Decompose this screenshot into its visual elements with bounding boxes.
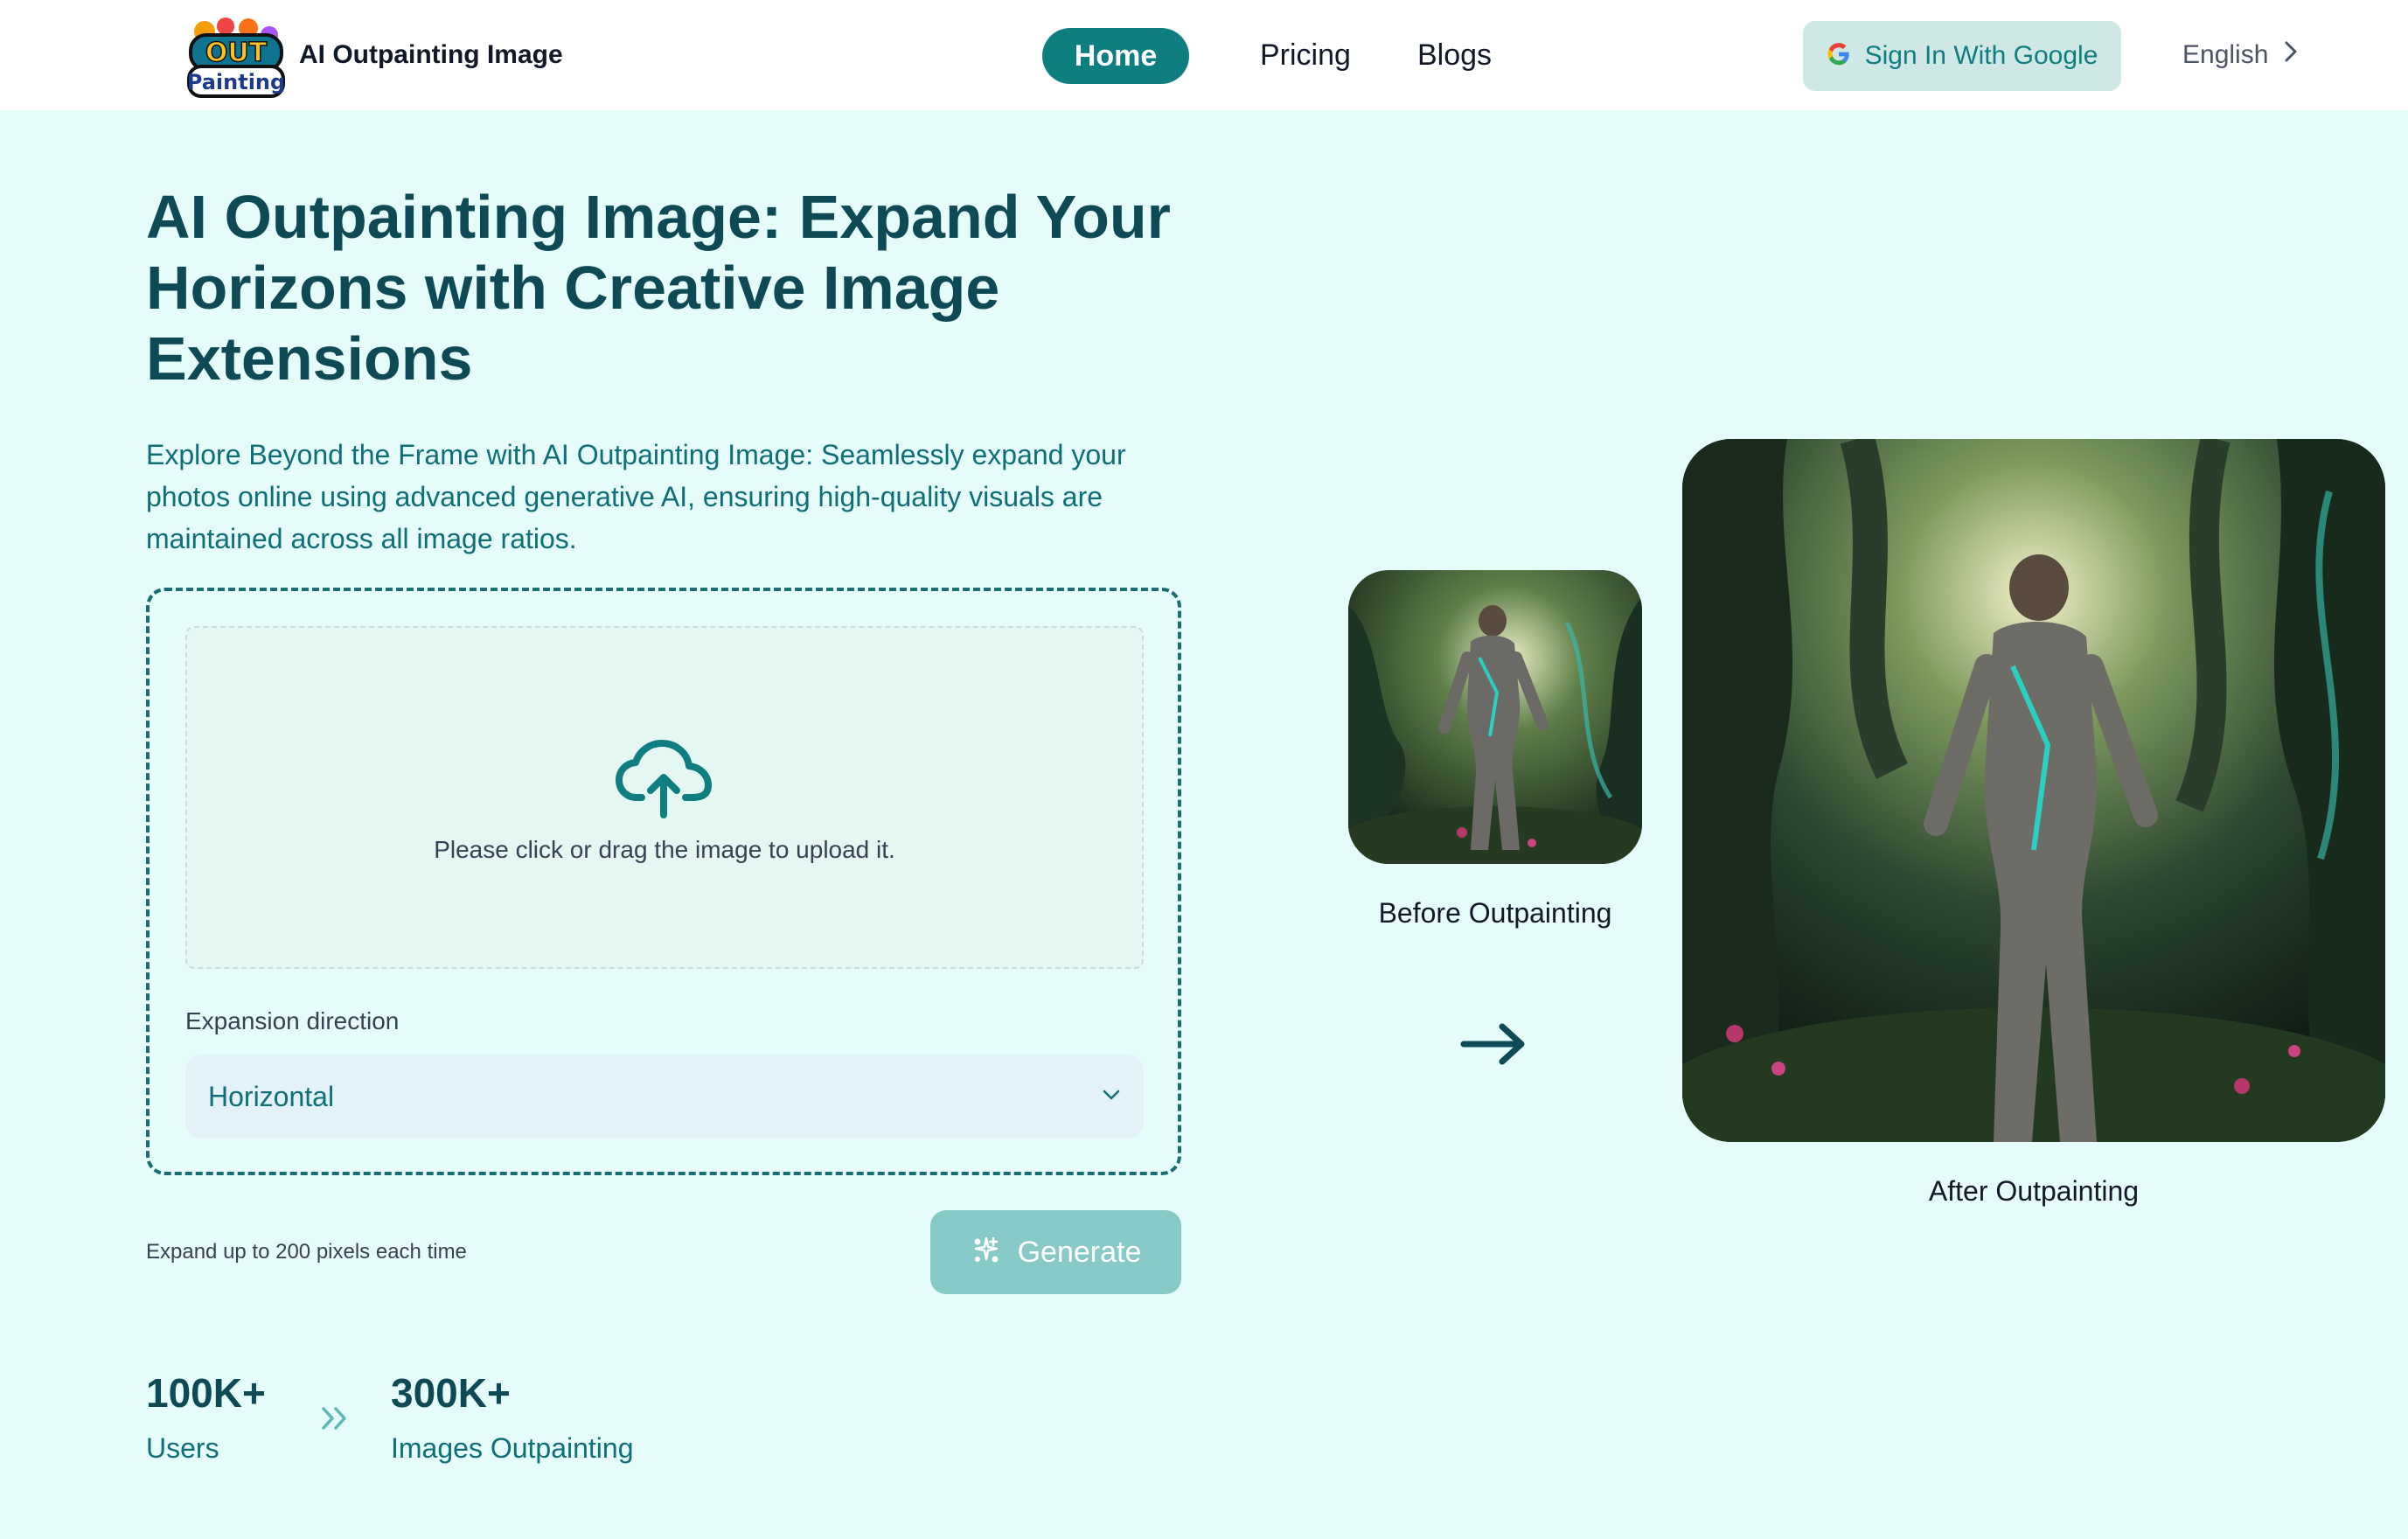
- nav-home[interactable]: Home: [1042, 28, 1189, 84]
- sparkle-icon: [971, 1235, 1002, 1271]
- expansion-limit-note: Expand up to 200 pixels each time: [146, 1240, 467, 1264]
- stat-users-label: Users: [146, 1432, 219, 1464]
- svg-text:OUT: OUT: [205, 38, 268, 68]
- page-title: AI Outpainting Image: Expand Your Horizo…: [146, 183, 1171, 393]
- expansion-direction-value: Horizontal: [208, 1080, 335, 1112]
- stat-images-label: Images Outpainting: [391, 1432, 634, 1464]
- sign-in-label: Sign In With Google: [1864, 41, 2098, 70]
- double-chevron-icon: [320, 1397, 350, 1441]
- svg-text:Painting: Painting: [187, 70, 285, 94]
- sign-in-google-button[interactable]: Sign In With Google: [1803, 21, 2121, 91]
- after-caption: After Outpainting: [1928, 1175, 2140, 1207]
- upload-dropzone[interactable]: Please click or drag the image to upload…: [185, 626, 1144, 969]
- generate-label: Generate: [1017, 1235, 1142, 1269]
- google-icon: [1827, 42, 1851, 71]
- hero-description: Explore Beyond the Frame with AI Outpain…: [146, 439, 1126, 554]
- nav-blogs[interactable]: Blogs: [1417, 38, 1492, 73]
- nav-pricing[interactable]: Pricing: [1260, 38, 1351, 73]
- before-caption: Before Outpainting: [1378, 897, 1612, 929]
- site-logo[interactable]: OUT Painting: [185, 12, 287, 100]
- language-label: English: [2182, 40, 2269, 69]
- chevron-right-icon: [2284, 40, 2298, 70]
- stat-users-value: 100K+: [146, 1370, 266, 1416]
- language-selector[interactable]: English: [2182, 40, 2298, 70]
- expansion-direction-label: Expansion direction: [185, 1007, 400, 1034]
- top-nav-bar: OUT Painting AI Outpainting Image Home P…: [0, 0, 2408, 110]
- generate-button[interactable]: Generate: [930, 1210, 1181, 1294]
- stat-images-value: 300K+: [391, 1370, 511, 1416]
- chevron-down-icon: [1102, 1089, 1121, 1105]
- after-outpainting-image: [1682, 439, 2385, 1142]
- before-outpainting-image: [1348, 570, 1642, 864]
- brand-name[interactable]: AI Outpainting Image: [299, 40, 563, 70]
- arrow-right-icon: [1458, 1020, 1528, 1069]
- cloud-upload-icon: [616, 740, 712, 818]
- upload-hint: Please click or drag the image to upload…: [434, 836, 895, 863]
- expansion-direction-select[interactable]: Horizontal: [185, 1055, 1144, 1139]
